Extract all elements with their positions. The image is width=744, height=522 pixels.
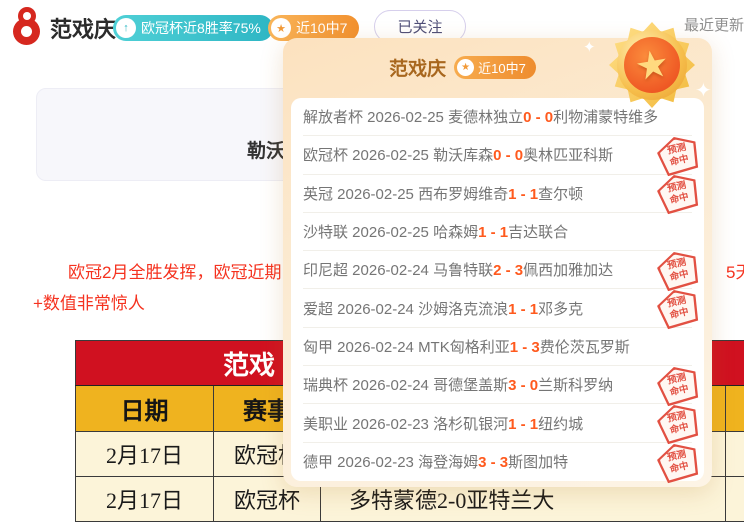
prediction-hit-stamp: 预测命中 <box>654 439 701 484</box>
match-row: 英冠 2026-02-25 西布罗姆维奇1 - 1查尔顿预测命中 <box>303 175 692 213</box>
promo-text-line2: +数值非常惊人 <box>33 289 145 314</box>
match-score: 1 - 1 <box>508 416 538 433</box>
recent-record-badge-label: 近10中7 <box>296 18 347 38</box>
prediction-hit-stamp: 预测命中 <box>654 400 701 445</box>
gold-medal-icon: ★ <box>609 22 695 108</box>
stats-col-date: 日期 <box>76 386 214 432</box>
match-row: 欧冠杯 2026-02-25 勒沃库森0 - 0奥林匹亚科斯预测命中 <box>303 136 692 174</box>
star-icon: ★ <box>457 59 474 76</box>
match-row: 德甲 2026-02-23 海登海姆3 - 3斯图加特预测命中 <box>303 443 692 481</box>
match-text: 印尼超 2026-02-24 马鲁特联2 - 3佩西加雅加达 <box>303 259 613 280</box>
match-score: 0 - 0 <box>523 109 553 126</box>
match-row: 爱超 2026-02-24 沙姆洛克流浪1 - 1邓多克预测命中 <box>303 289 692 327</box>
stats-col-hidden2 <box>726 386 744 432</box>
popup-record-badge-label: 近10中7 <box>478 58 526 77</box>
expert-record-popup: 范戏庆 ★ 近10中7 ✦ ✦ ★ 解放者杯 2026-02-25 麦德林独立0… <box>283 38 712 487</box>
match-text: 欧冠杯 2026-02-25 勒沃库森0 - 0奥林匹亚科斯 <box>303 144 613 165</box>
match-row: 沙特联 2026-02-25 哈森姆1 - 1吉达联合 <box>303 213 692 251</box>
match-row: 瑞典杯 2026-02-24 哥德堡盖斯3 - 0兰斯科罗纳预测命中 <box>303 366 692 404</box>
match-text: 德甲 2026-02-23 海登海姆3 - 3斯图加特 <box>303 451 568 472</box>
match-score: 2 - 3 <box>493 262 523 279</box>
match-score: 0 - 0 <box>493 147 523 164</box>
stats-cell-date: 2月17日 <box>76 477 214 522</box>
expert-name: 范戏庆 <box>50 12 116 44</box>
stats-cell-date: 2月17日 <box>76 432 214 477</box>
match-text: 英冠 2026-02-25 西布罗姆维奇1 - 1查尔顿 <box>303 183 583 204</box>
match-text: 解放者杯 2026-02-25 麦德林独立0 - 0利物浦蒙特维多 <box>303 106 658 127</box>
prediction-hit-stamp: 预测命中 <box>654 132 701 177</box>
up-arrow-icon: ↑ <box>116 18 136 38</box>
match-text: 瑞典杯 2026-02-24 哥德堡盖斯3 - 0兰斯科罗纳 <box>303 374 613 395</box>
stats-cell-pick: 胜 <box>726 477 744 522</box>
stats-cell-pick <box>726 432 744 477</box>
popup-header: 范戏庆 ★ 近10中7 <box>283 54 642 81</box>
popup-record-badge: ★ 近10中7 <box>454 56 536 79</box>
prediction-hit-stamp: 预测命中 <box>654 171 701 216</box>
match-score: 1 - 1 <box>508 186 538 203</box>
prediction-hit-stamp: 预测命中 <box>654 247 701 292</box>
win-rate-badge-label: 欧冠杯近8胜率75% <box>141 18 261 38</box>
match-score: 1 - 1 <box>508 301 538 318</box>
match-row: 匈甲 2026-02-24 MTK匈格利亚1 - 3费伦茨瓦罗斯 <box>303 328 692 366</box>
match-text: 匈甲 2026-02-24 MTK匈格利亚1 - 3费伦茨瓦罗斯 <box>303 336 630 357</box>
match-list: 解放者杯 2026-02-25 麦德林独立0 - 0利物浦蒙特维多欧冠杯 202… <box>291 98 704 481</box>
brand-logo-icon <box>12 6 42 46</box>
prediction-hit-stamp: 预测命中 <box>654 362 701 407</box>
match-title-fragment: 勒沃 <box>247 136 285 163</box>
sparkle-icon: ✦ <box>583 38 596 56</box>
match-text: 爱超 2026-02-24 沙姆洛克流浪1 - 1邓多克 <box>303 298 583 319</box>
match-score: 3 - 3 <box>478 454 508 471</box>
prediction-hit-stamp: 预测命中 <box>654 286 701 331</box>
star-icon: ★ <box>271 18 291 38</box>
promo-text-line1-tail: 5天 <box>726 258 744 283</box>
match-score: 1 - 1 <box>478 224 508 241</box>
promo-text-line1: 欧冠2月全胜发挥，欧冠近期 <box>68 258 284 283</box>
match-text: 美职业 2026-02-23 洛杉矶银河1 - 1纽约城 <box>303 413 583 434</box>
match-score: 3 - 0 <box>508 377 538 394</box>
match-row: 印尼超 2026-02-24 马鲁特联2 - 3佩西加雅加达预测命中 <box>303 251 692 289</box>
match-row: 美职业 2026-02-23 洛杉矶银河1 - 1纽约城预测命中 <box>303 404 692 442</box>
popup-expert-name: 范戏庆 <box>389 54 446 81</box>
match-text: 沙特联 2026-02-25 哈森姆1 - 1吉达联合 <box>303 221 568 242</box>
match-score: 1 - 3 <box>510 339 540 356</box>
win-rate-badge: ↑ 欧冠杯近8胜率75% <box>113 15 273 41</box>
